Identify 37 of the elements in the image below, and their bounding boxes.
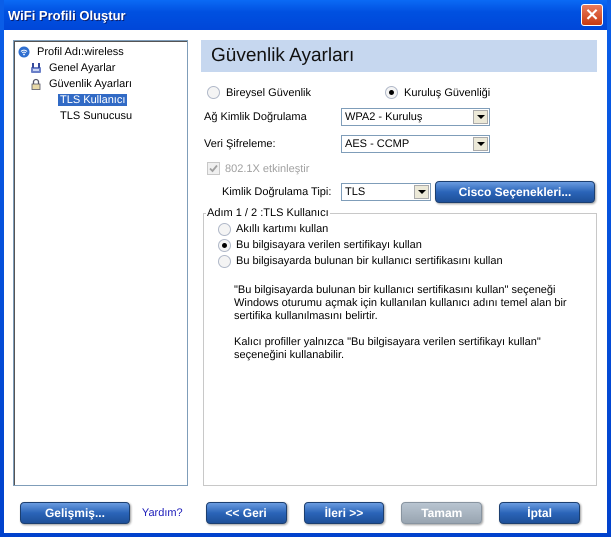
section-header: Güvenlik Ayarları xyxy=(201,40,597,72)
field-label: Kimlik Doğrulama Tipi: xyxy=(221,186,332,198)
tree-item[interactable]: Profil Adı:wireless xyxy=(35,46,126,58)
radio-label: Kuruluş Güvenliği xyxy=(404,86,490,98)
tree-item[interactable]: TLS Sunucusu xyxy=(58,110,134,122)
radio-label: Bu bilgisayarda bulunan bir kullanıcı sertifikasını kullan xyxy=(236,255,503,267)
help-link[interactable]: Yardım? xyxy=(142,507,183,519)
radio-button[interactable] xyxy=(218,222,231,236)
checkbox-label: 802.1X etkinleştir xyxy=(225,162,310,174)
info-text: "Bu bilgisayarda bulunan bir kullanıcı sertifikasını kullan" seçeneği Windows oturumu açmak için kullanılan kullanıcı adını temel alan bir sertifika kullanılmasını belirtir. xyxy=(234,284,568,323)
wizard-button[interactable]: << Geri xyxy=(206,502,287,524)
radio-button[interactable] xyxy=(385,86,398,99)
window-title: WiFi Profili Oluştur xyxy=(8,8,126,22)
wizard-button[interactable]: İptal xyxy=(499,502,580,524)
dropdown[interactable]: TLS xyxy=(341,183,431,201)
radio-button[interactable] xyxy=(207,86,220,99)
group-title: Adım 1 / 2 :TLS Kullanıcı xyxy=(206,207,330,219)
info-text: Kalıcı profiller yalnızca "Bu bilgisayara verilen sertifikayı kullan" seçeneğini kullanabilir. xyxy=(234,336,542,362)
cisco-options-button[interactable]: Cisco Seçenekleri... xyxy=(435,181,595,203)
tree-item[interactable]: Genel Ayarlar xyxy=(47,62,118,74)
wifi-icon xyxy=(18,46,30,58)
dropdown[interactable]: AES - CCMP xyxy=(341,135,490,153)
tree-item[interactable]: TLS Kullanıcı xyxy=(58,94,128,106)
dropdown[interactable]: WPA2 - Kuruluş xyxy=(341,108,490,126)
tree-item[interactable]: Güvenlik Ayarları xyxy=(47,78,134,90)
field-label: Ağ Kimlik Doğrulama xyxy=(204,111,308,123)
wizard-button[interactable]: İleri >> xyxy=(304,502,384,524)
radio-button[interactable] xyxy=(218,238,231,252)
network-icon xyxy=(30,62,42,74)
lock-icon xyxy=(30,78,42,90)
wizard-button[interactable]: Gelişmiş... xyxy=(20,502,130,524)
field-label: Veri Şifreleme: xyxy=(204,138,277,150)
radio-label: Bireysel Güvenlik xyxy=(226,86,311,98)
radio-button[interactable] xyxy=(218,254,231,268)
radio-label: Akıllı kartımı kullan xyxy=(236,223,328,235)
close-button[interactable]: × xyxy=(581,4,603,26)
radio-label: Bu bilgisayara verilen sertifikayı kullan xyxy=(236,239,422,251)
